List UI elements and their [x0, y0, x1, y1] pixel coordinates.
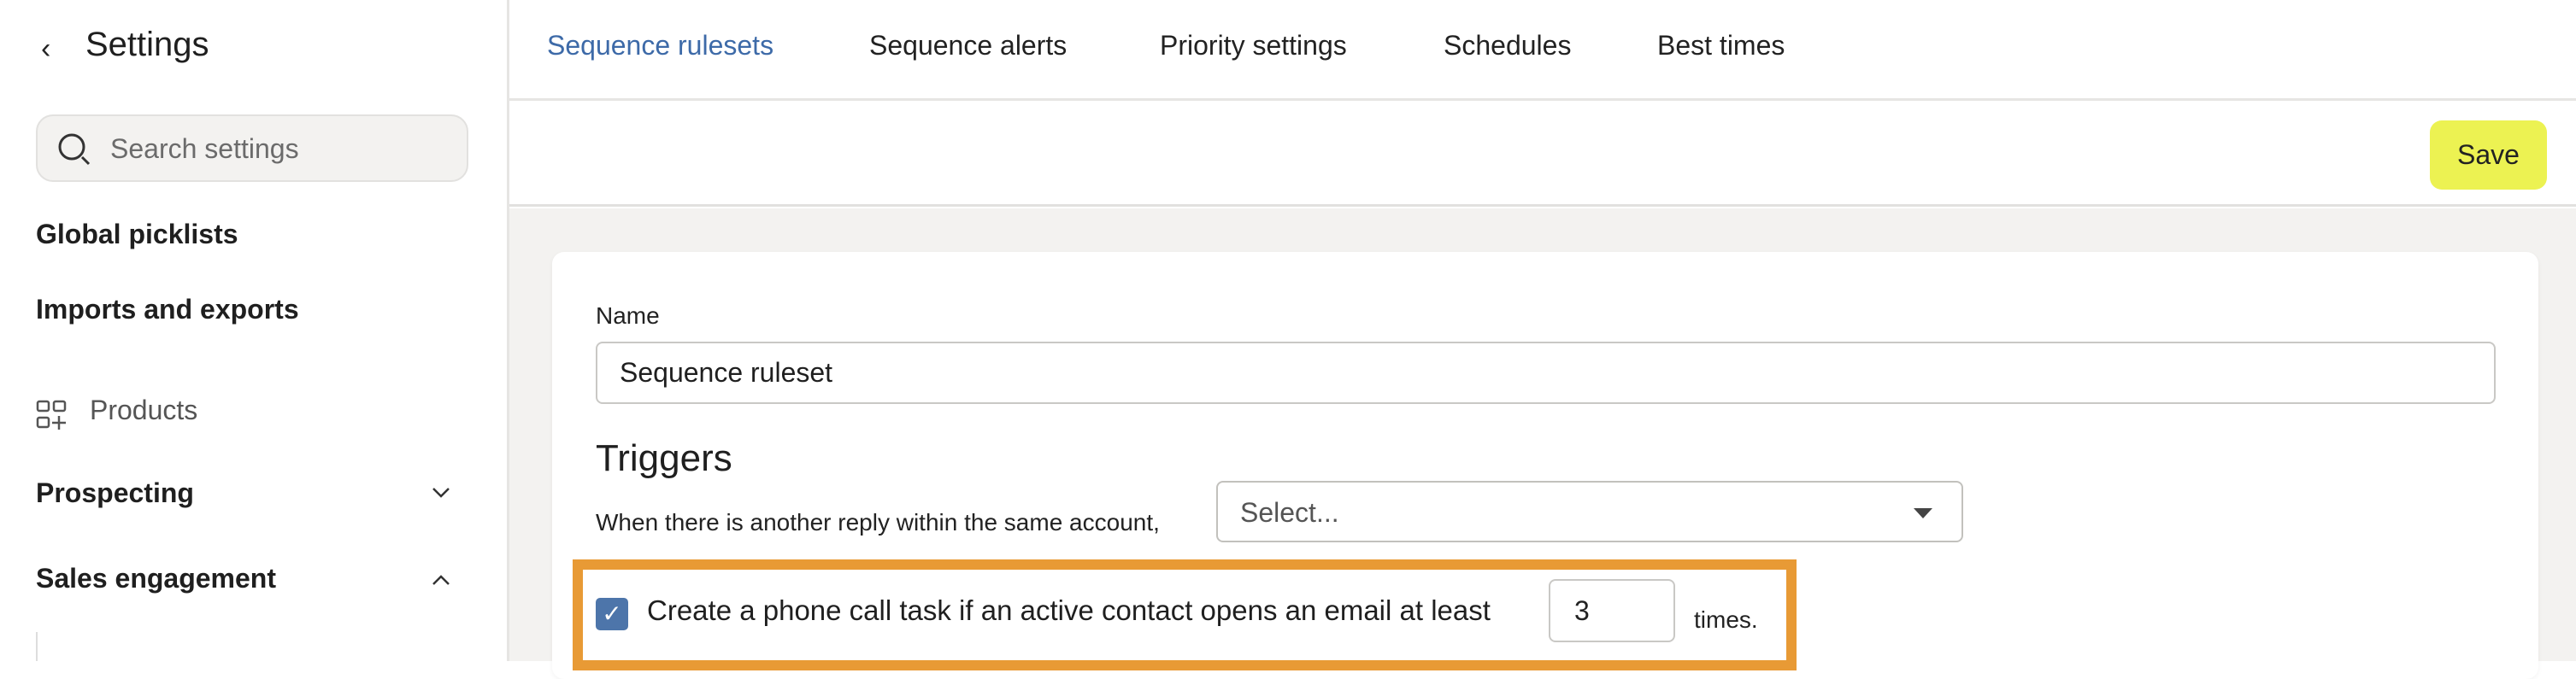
times-label: times.	[1694, 606, 1758, 633]
reply-label: When there is another reply within the s…	[596, 509, 1160, 536]
back-chevron-icon[interactable]: ‹	[41, 32, 50, 66]
search-settings-input[interactable]: Search settings	[36, 114, 468, 182]
caret-down-icon	[1914, 508, 1932, 518]
tab-schedules[interactable]: Schedules	[1444, 30, 1571, 61]
sidebar-item-imports-exports[interactable]: Imports and exports	[36, 294, 299, 325]
tab-best-times[interactable]: Best times	[1657, 30, 1785, 61]
reply-select-value: Select...	[1240, 497, 1339, 528]
tree-line	[36, 632, 38, 661]
reply-select[interactable]: Select...	[1216, 481, 1963, 542]
chevron-up-icon[interactable]	[432, 574, 450, 586]
search-placeholder: Search settings	[110, 133, 299, 164]
tab-priority-settings[interactable]: Priority settings	[1160, 30, 1347, 61]
tab-sequence-rulesets[interactable]: Sequence rulesets	[547, 30, 773, 61]
call-task-label: Create a phone call task if an active co…	[647, 594, 1491, 626]
sidebar-item-sales-engagement[interactable]: Sales engagement	[36, 563, 276, 594]
tab-sequence-alerts[interactable]: Sequence alerts	[869, 30, 1067, 61]
triggers-heading: Triggers	[596, 437, 732, 479]
save-button[interactable]: Save	[2430, 120, 2547, 190]
grid-plus-icon	[36, 400, 67, 430]
sidebar-item-prospecting[interactable]: Prospecting	[36, 477, 194, 509]
check-icon: ✓	[602, 600, 622, 627]
sidebar: ‹ Settings Search settings Global pickli…	[0, 0, 509, 661]
call-task-checkbox[interactable]: ✓	[596, 598, 628, 630]
name-label: Name	[596, 302, 660, 329]
sidebar-item-global-picklists[interactable]: Global picklists	[36, 219, 238, 250]
name-input[interactable]: Sequence ruleset	[596, 342, 2496, 404]
sidebar-title: Settings	[85, 26, 209, 63]
open-count-input[interactable]: 3	[1549, 579, 1675, 642]
toolbar	[509, 101, 2576, 207]
search-icon	[58, 133, 91, 166]
sidebar-item-products[interactable]: Products	[90, 395, 197, 426]
chevron-down-icon[interactable]	[432, 487, 450, 499]
